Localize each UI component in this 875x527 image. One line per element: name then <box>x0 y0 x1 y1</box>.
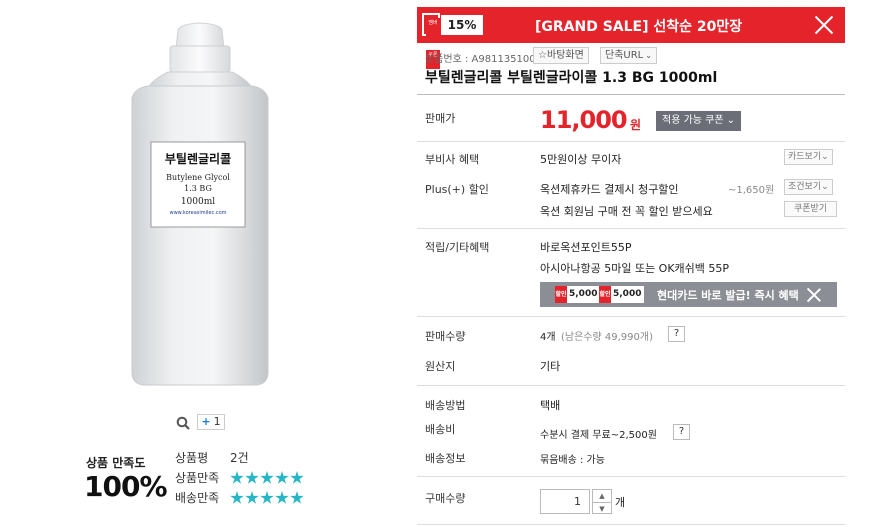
divider <box>417 385 845 386</box>
satisfaction-title: 상품 만족도 <box>86 456 146 470</box>
quantity-up-button[interactable]: ▲ <box>593 490 611 502</box>
applicable-coupon-button[interactable]: 적용 가능 쿠폰 ⌄ <box>656 111 741 131</box>
quantity-input[interactable]: 1 <box>540 489 590 514</box>
divider <box>417 228 845 229</box>
shipping-satisfaction-stars <box>230 490 305 509</box>
hyundai-card-bar[interactable]: 할인 5,000 할인 5,000 현대카드 바로 발급! 즉시 혜택 <box>540 282 837 307</box>
receive-coupon-button[interactable]: 쿠폰받기 <box>784 201 838 217</box>
price-amount: 11,000 <box>540 106 628 134</box>
chevron-down-icon: ⌄ <box>726 115 735 126</box>
star-icon <box>290 471 304 484</box>
plus-discount-value: 옥션제휴카드 결제시 청구할인 <box>540 183 679 196</box>
points-line-2: 아시아나항공 5마일 또는 OK캐쉬백 55P <box>540 262 730 275</box>
zoom-button[interactable] <box>176 415 190 430</box>
banner-text: [GRAND SALE] 선착순 20만장 <box>535 19 743 35</box>
star-icon <box>230 471 244 484</box>
star-icon <box>290 491 304 504</box>
sales-quantity-value: 4개 <box>540 332 556 343</box>
grand-sale-banner[interactable]: 멤버 쿠폰 15% [GRAND SALE] 선착순 20만장 <box>417 7 845 69</box>
coupon-button-label: 적용 가능 쿠폰 <box>662 115 724 126</box>
interest-free-value: 5만원이상 무이자 <box>540 153 622 166</box>
star-icon <box>275 471 289 484</box>
points-line-1: 바로옥션포인트55P <box>540 241 632 254</box>
star-icon <box>230 491 244 504</box>
banner-percent: 15% <box>441 15 483 35</box>
shipping-fee-value: 수분시 결제 무료~2,500원 <box>540 430 657 441</box>
quantity-stepper[interactable]: ▲ ▼ <box>592 489 612 514</box>
bottle-label-english: Butylene Glycol <box>166 173 230 182</box>
points-label: 적립/기타혜택 <box>425 241 490 254</box>
origin-value: 기타 <box>540 360 561 373</box>
price-unit: 원 <box>630 118 642 132</box>
remaining-quantity: (남은수량 49,990개) <box>561 332 653 343</box>
product-satisfaction-stars <box>230 470 305 489</box>
shipping-satisfaction-label: 배송만족 <box>175 491 220 505</box>
sales-help-button[interactable]: ? <box>668 326 685 342</box>
star-icon <box>275 491 289 504</box>
star-icon <box>260 471 274 484</box>
add-image-count: 1 <box>213 415 221 428</box>
origin-label: 원산지 <box>425 360 456 373</box>
star-icon <box>245 491 259 504</box>
short-url-button[interactable]: 단축URL ⌄ <box>600 47 657 64</box>
shipping-help-button[interactable]: ? <box>673 424 690 440</box>
bottle-label-grade: 1.3 BG <box>184 184 212 193</box>
member-coupon-tag: 멤버 쿠폰 <box>422 13 440 69</box>
shipping-fee-label: 배송비 <box>425 423 456 436</box>
view-cards-button[interactable]: 카드보기⌄ <box>784 149 833 165</box>
sales-quantity-label: 판매수량 <box>425 330 466 343</box>
card-discount-badge-2: 할인 5,000 <box>599 286 645 303</box>
plus-discount-label: Plus(+) 할인 <box>425 183 489 196</box>
plus-discount-amount: ~1,650원 <box>728 185 775 196</box>
shipping-method-label: 배송방법 <box>425 399 466 412</box>
bottle-label-volume: 1000ml <box>180 197 216 207</box>
satisfaction-percent: 100% <box>84 470 168 503</box>
close-icon[interactable] <box>806 287 822 303</box>
chevron-down-icon: ⌄ <box>821 182 829 192</box>
chevron-down-icon: ⌄ <box>821 152 829 162</box>
product-satisfaction-label: 상품만족 <box>175 471 220 485</box>
card-bar-text: 현대카드 바로 발급! 즉시 혜택 <box>657 289 799 302</box>
product-number: 상품번호 : A981135100 <box>425 54 536 65</box>
product-image: 부틸렌글리콜 Butylene Glycol 1.3 BG 1000ml www… <box>0 0 390 405</box>
review-count[interactable]: 2건 <box>230 449 249 466</box>
divider <box>417 524 845 525</box>
short-url-label: 단축URL <box>605 50 644 61</box>
quantity-unit: 개 <box>615 496 626 509</box>
close-icon[interactable] <box>813 14 835 36</box>
interest-free-label: 부비사 혜택 <box>425 153 480 166</box>
price-label: 판매가 <box>425 112 456 125</box>
star-icon <box>245 471 259 484</box>
shipping-info-label: 배송정보 <box>425 452 466 465</box>
add-image-count-button[interactable]: +1 <box>197 414 225 430</box>
bottle-label-korean: 부틸렌글리콜 <box>164 152 232 166</box>
bottle-label-url: www.koreasimilec.com <box>169 210 227 216</box>
purchase-quantity-label: 구매수량 <box>425 492 466 505</box>
add-to-desktop-button[interactable]: ☆바탕화면 <box>533 47 589 64</box>
member-discount-text: 옥션 회원님 구매 전 꼭 할인 받으세요 <box>540 205 713 218</box>
review-label: 상품평 <box>175 451 209 465</box>
divider <box>417 476 845 477</box>
star-icon <box>260 491 274 504</box>
divider <box>417 94 845 95</box>
plus-icon: + <box>201 415 211 428</box>
search-icon <box>176 416 190 430</box>
card-discount-badge-1: 할인 5,000 <box>555 286 601 303</box>
divider <box>417 316 845 317</box>
divider <box>417 141 845 142</box>
shipping-method-value: 택배 <box>540 399 561 412</box>
bottle-label: 부틸렌글리콜 Butylene Glycol 1.3 BG 1000ml www… <box>151 150 245 216</box>
product-title: 부틸렌글리콜 부틸렌글라이콜 1.3 BG 1000ml <box>425 70 718 86</box>
view-conditions-button[interactable]: 조건보기⌄ <box>784 179 833 195</box>
quantity-down-button[interactable]: ▼ <box>593 502 611 514</box>
shipping-info-value: 묶음배송 : 가능 <box>540 455 605 466</box>
chevron-down-icon: ⌄ <box>645 51 652 60</box>
